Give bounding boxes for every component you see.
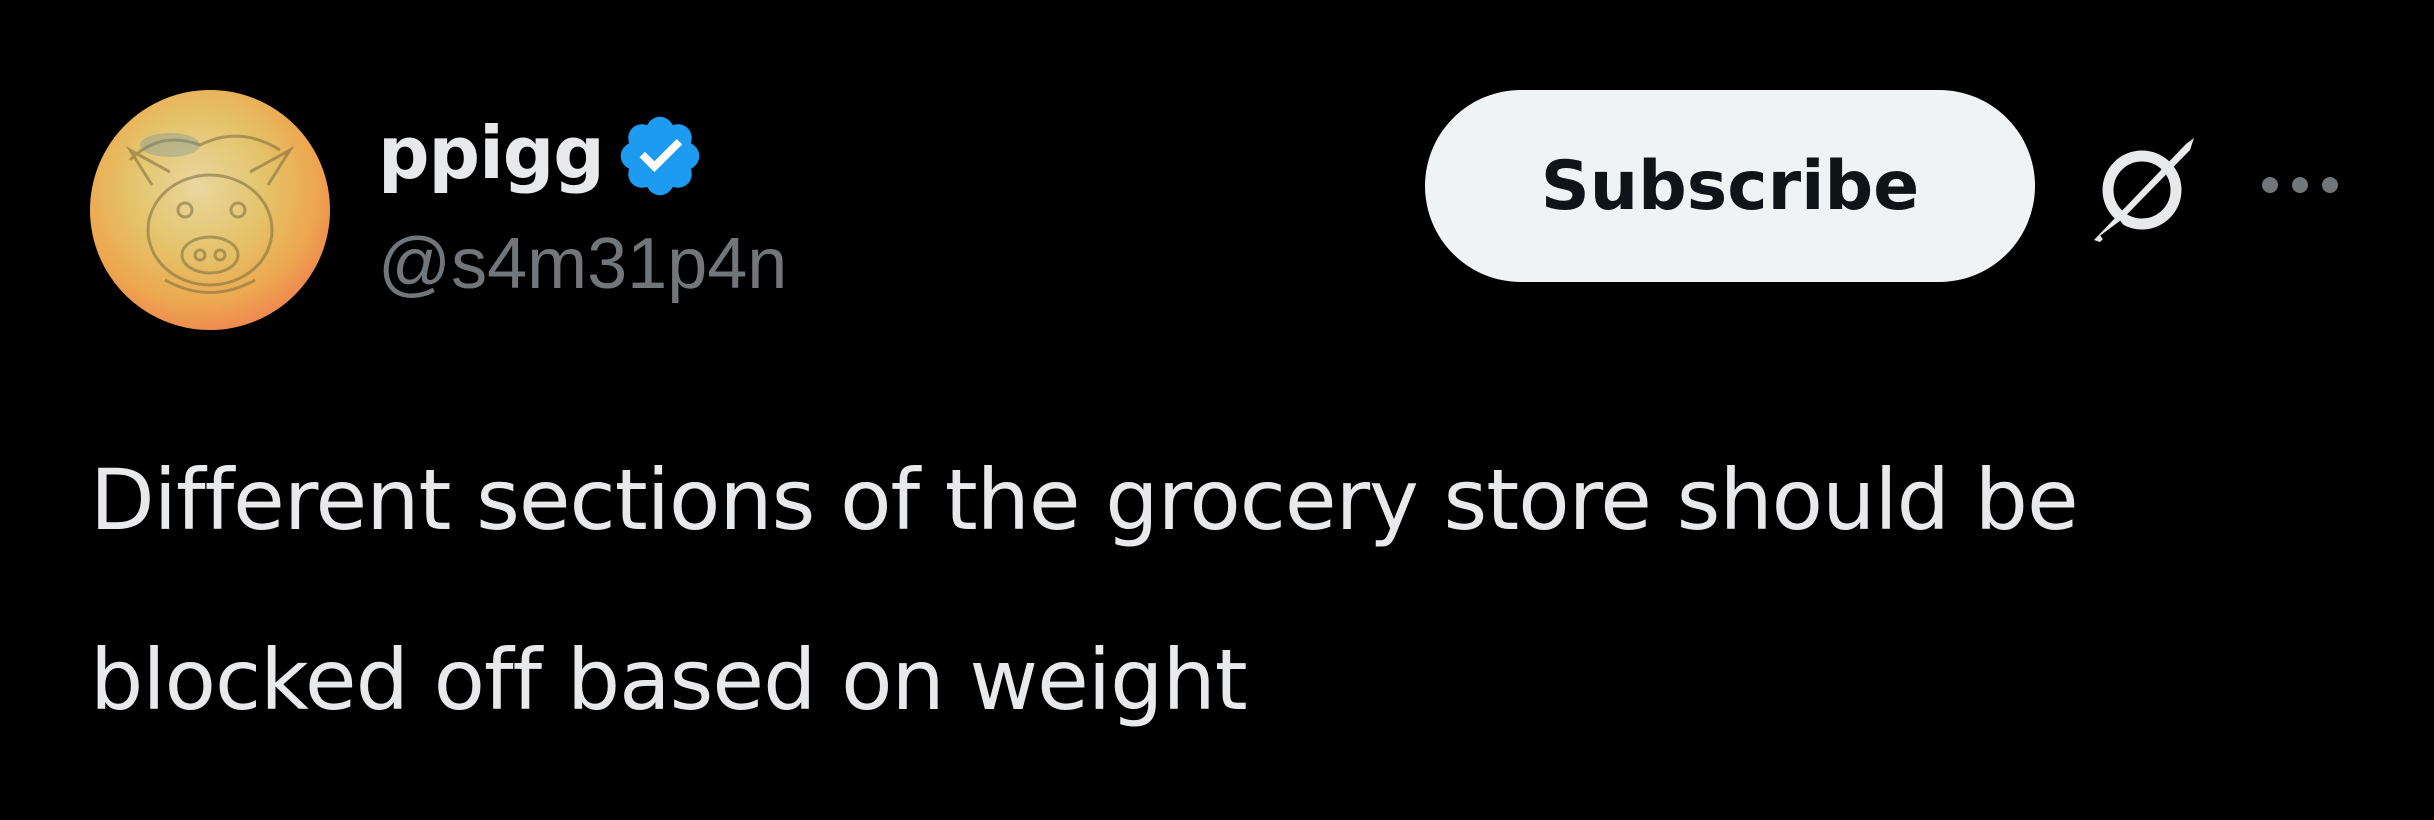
author-handle[interactable]: @s4m31p4n — [378, 228, 787, 300]
tweet-text-line: blocked off based on weight — [90, 631, 1248, 729]
tweet-text: Different sections of the grocery store … — [90, 410, 2390, 770]
tweet-card: ppigg @s4m31p4n Subscribe Different sect… — [0, 0, 2434, 820]
tweet-text-line: Different sections of the grocery store … — [90, 451, 2079, 549]
subscribe-button[interactable]: Subscribe — [1425, 90, 2035, 282]
verified-badge-icon[interactable] — [614, 110, 706, 202]
more-icon[interactable] — [2255, 165, 2345, 205]
display-name[interactable]: ppigg — [378, 117, 605, 189]
author-name-row: ppigg — [378, 108, 706, 198]
grok-icon[interactable] — [2082, 128, 2202, 248]
avatar[interactable] — [90, 90, 330, 330]
pig-avatar-icon — [125, 133, 295, 294]
